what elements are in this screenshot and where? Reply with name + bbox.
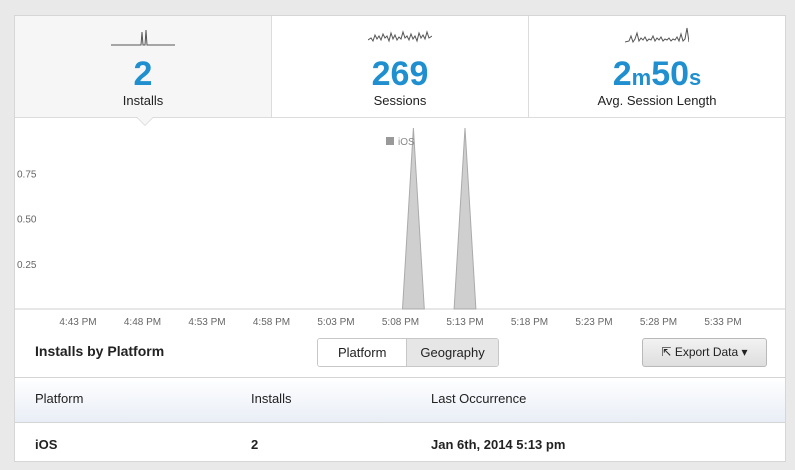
installs-stat-tab[interactable]: 2 Installs: [15, 16, 272, 117]
header-last-occurrence[interactable]: Last Occurrence: [431, 378, 526, 420]
section-title: Installs by Platform: [35, 343, 165, 359]
x-tick-label: 4:58 PM: [253, 317, 290, 328]
cell-platform: iOS: [35, 437, 58, 452]
sessions-sparkline: [368, 30, 432, 43]
header-installs[interactable]: Installs: [251, 378, 291, 420]
caret-down-icon: ▾: [741, 345, 748, 359]
platform-table: Platform Installs Last Occurrence iOS 2 …: [15, 377, 785, 467]
y-tick-label: 0.25: [17, 260, 37, 271]
installs-value: 2: [133, 55, 153, 93]
legend-swatch: [386, 137, 394, 145]
x-tick-label: 5:28 PM: [640, 317, 677, 328]
installs-chart: 0.75 0.50 0.25 4:43 PM 4:48 PM 4:53 PM 4:58 PM…: [15, 127, 785, 328]
x-tick-label: 5:13 PM: [446, 317, 483, 328]
x-tick-label: 5:33 PM: [704, 317, 741, 328]
x-tick-label: 4:43 PM: [59, 317, 96, 328]
cell-installs: 2: [251, 437, 259, 452]
legend-label: iOS: [398, 137, 415, 148]
geography-toggle-button[interactable]: Geography: [407, 339, 498, 366]
y-tick-label: 0.75: [17, 169, 37, 180]
export-icon: ⇱: [661, 345, 672, 359]
avg-session-stat-tab[interactable]: 2m50s Avg. Session Length: [529, 16, 785, 117]
export-data-label: Export Data: [674, 345, 739, 359]
x-tick-label: 5:18 PM: [511, 317, 548, 328]
table-row[interactable]: iOS 2 Jan 6th, 2014 5:13 pm: [15, 423, 785, 467]
sessions-value: 269: [371, 55, 429, 93]
analytics-panel: 2 Installs 269 Sessions 2m50s Avg. Sessi…: [14, 15, 786, 462]
view-toggle: Platform Geography: [317, 338, 499, 367]
x-tick-label: 5:08 PM: [382, 317, 419, 328]
table-header: Platform Installs Last Occurrence: [15, 377, 785, 423]
stat-tabs: 2 Installs 269 Sessions 2m50s Avg. Sessi…: [15, 16, 785, 118]
x-tick-label: 5:03 PM: [317, 317, 354, 328]
area-spike[interactable]: [401, 127, 425, 310]
x-tick-label: 4:48 PM: [124, 317, 161, 328]
x-tick-label: 5:23 PM: [575, 317, 612, 328]
installs-sparkline: [111, 29, 175, 46]
area-spike[interactable]: [453, 127, 477, 310]
export-data-button[interactable]: ⇱ Export Data ▾: [642, 338, 767, 367]
platform-toggle-button[interactable]: Platform: [318, 339, 408, 366]
header-platform[interactable]: Platform: [35, 378, 83, 420]
cell-last-occurrence: Jan 6th, 2014 5:13 pm: [431, 437, 566, 452]
avg-session-sparkline: [625, 27, 689, 44]
y-tick-label: 0.50: [17, 215, 37, 226]
sessions-label: Sessions: [373, 93, 427, 108]
installs-label: Installs: [122, 93, 164, 108]
sessions-stat-tab[interactable]: 269 Sessions: [272, 16, 529, 117]
table-controls: Installs by Platform Platform Geography …: [15, 333, 785, 377]
avg-session-value: 2m50s: [612, 55, 702, 93]
x-tick-label: 4:53 PM: [188, 317, 225, 328]
avg-session-label: Avg. Session Length: [597, 93, 717, 108]
